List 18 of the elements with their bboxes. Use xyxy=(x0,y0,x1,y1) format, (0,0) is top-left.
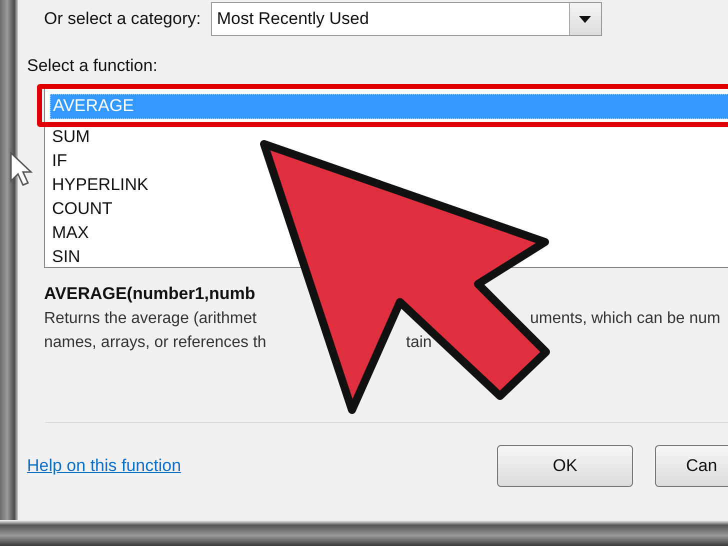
description-text: names, arrays, or references th xyxy=(44,334,266,352)
function-list-item[interactable]: HYPERLINK xyxy=(50,173,728,197)
function-list-item[interactable]: SIN xyxy=(50,245,728,267)
description-text: tain xyxy=(406,334,432,352)
function-list-item[interactable]: COUNT xyxy=(50,197,728,221)
ok-button[interactable]: OK xyxy=(497,445,633,487)
description-text: Returns the average (arithmet xyxy=(44,310,257,328)
cancel-button[interactable]: Can xyxy=(655,445,728,487)
category-dropdown[interactable]: Most Recently Used xyxy=(210,2,602,36)
mouse-cursor-icon xyxy=(9,151,33,187)
description-text: uments, which can be num xyxy=(530,310,720,328)
function-list-label: Select a function: xyxy=(27,56,158,76)
function-list-item[interactable]: IF xyxy=(50,149,728,173)
function-list-item[interactable]: SUM xyxy=(50,125,728,149)
function-signature: AVERAGE(number1,numb xyxy=(44,284,256,304)
help-link[interactable]: Help on this function xyxy=(27,456,182,476)
category-label: Or select a category: xyxy=(44,9,201,29)
function-list-item[interactable]: MAX xyxy=(50,221,728,245)
